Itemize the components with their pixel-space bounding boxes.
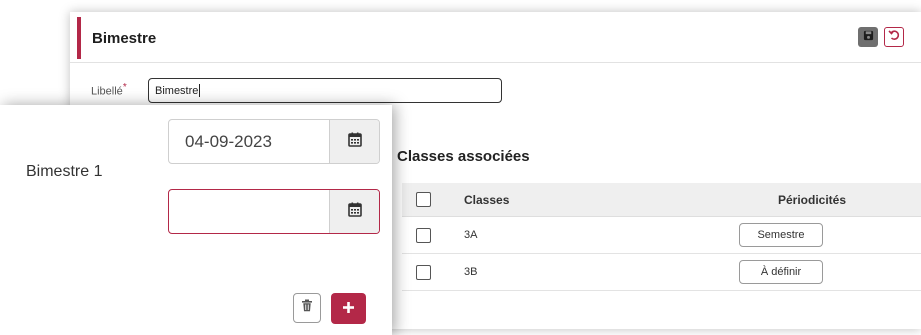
required-mark: * (122, 82, 127, 93)
form-header: Bimestre (70, 12, 921, 63)
trash-icon (301, 299, 313, 317)
select-all-checkbox[interactable] (416, 192, 431, 207)
column-header-periodicites: Périodicités (778, 193, 847, 207)
start-date-field: 04-09-2023 (168, 119, 380, 164)
accent-bar (77, 17, 81, 59)
text-cursor (199, 84, 201, 97)
period-name: Bimestre 1 (26, 163, 103, 180)
save-icon (863, 28, 874, 46)
delete-period-button[interactable] (293, 293, 321, 323)
classes-section-title: Classes associées (397, 148, 530, 165)
undo-button[interactable] (884, 27, 904, 47)
end-date-field (168, 189, 380, 234)
row-checkbox[interactable] (416, 228, 431, 243)
plus-icon (342, 297, 355, 320)
class-name: 3A (464, 229, 478, 241)
periodicity-button[interactable]: À définir (739, 260, 823, 284)
periodicity-button[interactable]: Semestre (739, 223, 823, 247)
calendar-icon (347, 202, 362, 222)
calendar-icon (347, 132, 362, 152)
column-header-classes: Classes (464, 193, 510, 207)
start-date-input[interactable]: 04-09-2023 (169, 120, 329, 163)
classes-table-header: Classes Périodicités (402, 183, 921, 217)
add-period-button[interactable] (331, 293, 366, 324)
libelle-label: Libellé* (91, 82, 127, 98)
end-date-calendar-button[interactable] (329, 190, 379, 233)
start-date-calendar-button[interactable] (329, 120, 379, 163)
class-name: 3B (464, 266, 478, 278)
libelle-input[interactable]: Bimestre (148, 78, 502, 103)
save-button[interactable] (858, 27, 878, 47)
table-row: 3B À définir (402, 254, 921, 291)
undo-icon (888, 28, 900, 46)
libelle-input-value: Bimestre (155, 84, 199, 97)
table-row: 3A Semestre (402, 217, 921, 254)
end-date-input[interactable] (169, 190, 329, 233)
row-checkbox[interactable] (416, 265, 431, 280)
form-title: Bimestre (92, 30, 157, 47)
libelle-label-text: Libellé (91, 85, 123, 98)
period-editor-panel: Bimestre 1 04-09-2023 (0, 105, 392, 335)
